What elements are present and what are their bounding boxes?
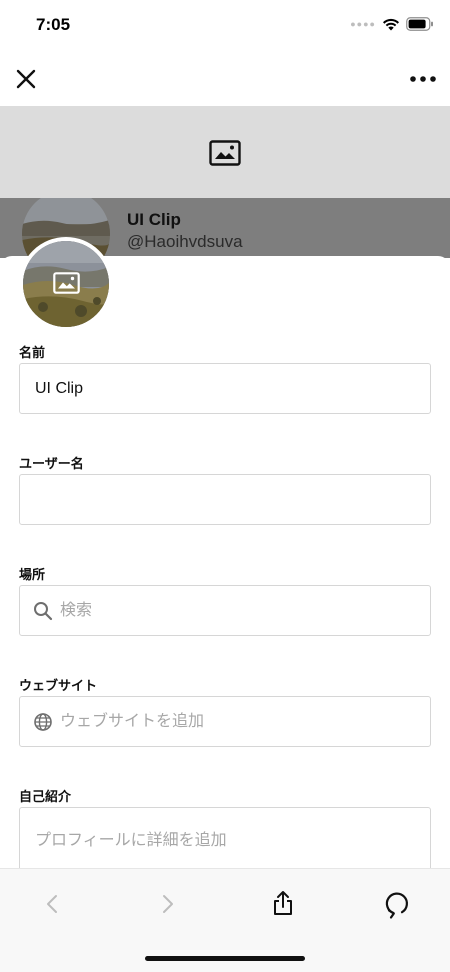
username-label: ユーザー名 [19,456,84,471]
more-button[interactable] [408,65,438,93]
battery-icon [406,17,434,31]
profile-name: UI Clip [127,210,181,229]
profile-handle: @Haoihvdsuva [127,232,243,251]
nav-bar [0,52,450,106]
bio-field-box [19,807,431,877]
home-indicator [145,956,305,961]
location-field-box [19,585,431,636]
image-icon [209,140,241,171]
chevron-right-icon [163,895,173,913]
forward-button[interactable] [150,887,184,921]
website-field-box [19,696,431,747]
location-label: 場所 [19,567,46,582]
name-label: 名前 [19,345,46,360]
bio-label: 自己紹介 [19,789,72,804]
signal-dots-icon: ●●●● [350,19,376,29]
website-input[interactable] [20,697,430,746]
website-label: ウェブサイト [19,678,98,693]
name-input[interactable] [20,364,430,413]
close-icon [16,69,36,89]
share-icon [274,891,292,915]
back-button[interactable] [36,887,70,921]
refresh-button[interactable] [380,887,414,921]
more-horizontal-icon [410,76,436,82]
close-button[interactable] [12,65,40,93]
avatar[interactable] [19,237,113,331]
share-button[interactable] [266,887,300,921]
status-time: 7:05 [36,15,71,34]
location-search-input[interactable] [20,586,430,635]
status-indicators: ●●●● [350,17,434,31]
username-field-box [19,474,431,525]
edit-profile-sheet [0,256,450,868]
name-field-box [19,363,431,414]
username-input[interactable] [20,475,430,524]
status-bar: 7:05 ●●●● [0,0,450,52]
bio-input[interactable] [20,808,430,876]
chevron-left-icon [47,895,57,913]
refresh-icon [385,892,408,919]
image-icon [53,272,80,299]
wifi-icon [382,17,400,31]
